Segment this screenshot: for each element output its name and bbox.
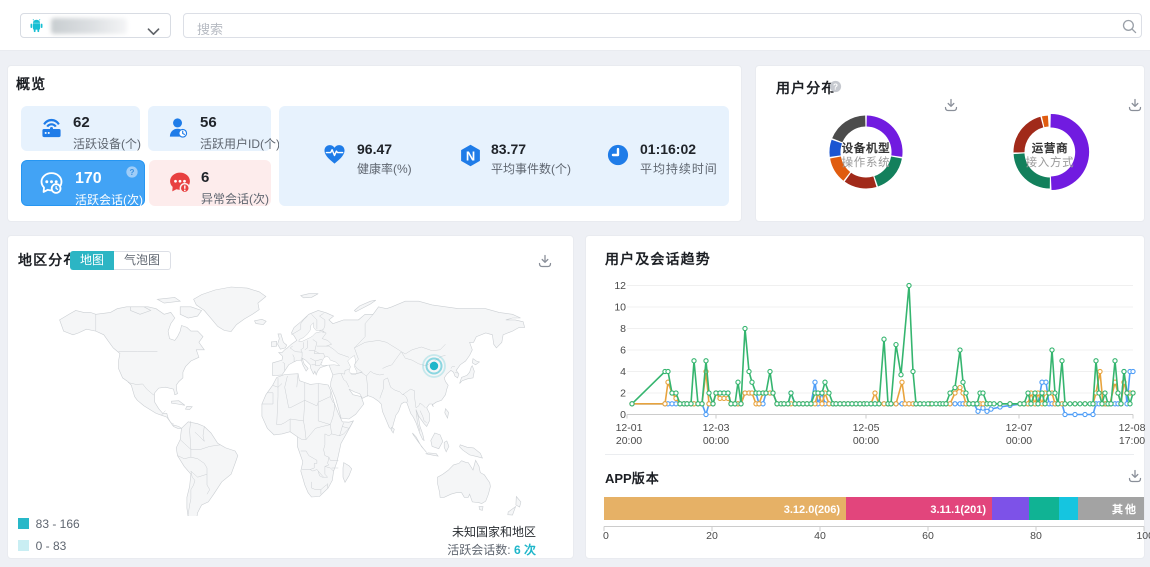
svg-text:10: 10 (614, 302, 626, 314)
svg-text:12-05: 12-05 (853, 422, 880, 434)
svg-text:17:00: 17:00 (1119, 435, 1145, 447)
svg-text:6: 6 (620, 345, 626, 357)
svg-text:00:00: 00:00 (703, 435, 729, 447)
svg-text:00:00: 00:00 (853, 435, 879, 447)
svg-text:0: 0 (620, 409, 626, 421)
svg-text:3.11.1(201): 3.11.1(201) (930, 504, 986, 516)
svg-text:80: 80 (1030, 530, 1042, 542)
svg-text:20: 20 (706, 530, 718, 542)
svg-text:100: 100 (1136, 530, 1150, 542)
svg-text:3.12.0(206): 3.12.0(206) (784, 504, 841, 516)
svg-text:12-08: 12-08 (1119, 422, 1146, 434)
svg-text:12-03: 12-03 (703, 422, 730, 434)
svg-text:12-01: 12-01 (616, 422, 643, 434)
svg-text:2: 2 (620, 388, 626, 400)
svg-text:00:00: 00:00 (1006, 435, 1032, 447)
svg-text:其他: 其他 (1112, 502, 1138, 516)
svg-text:4: 4 (620, 366, 626, 378)
svg-text:40: 40 (814, 530, 826, 542)
svg-text:20:00: 20:00 (616, 435, 642, 447)
svg-text:8: 8 (620, 323, 626, 335)
svg-text:60: 60 (922, 530, 934, 542)
svg-text:0: 0 (603, 530, 609, 542)
svg-text:12-07: 12-07 (1006, 422, 1033, 434)
svg-text:12: 12 (614, 280, 626, 292)
